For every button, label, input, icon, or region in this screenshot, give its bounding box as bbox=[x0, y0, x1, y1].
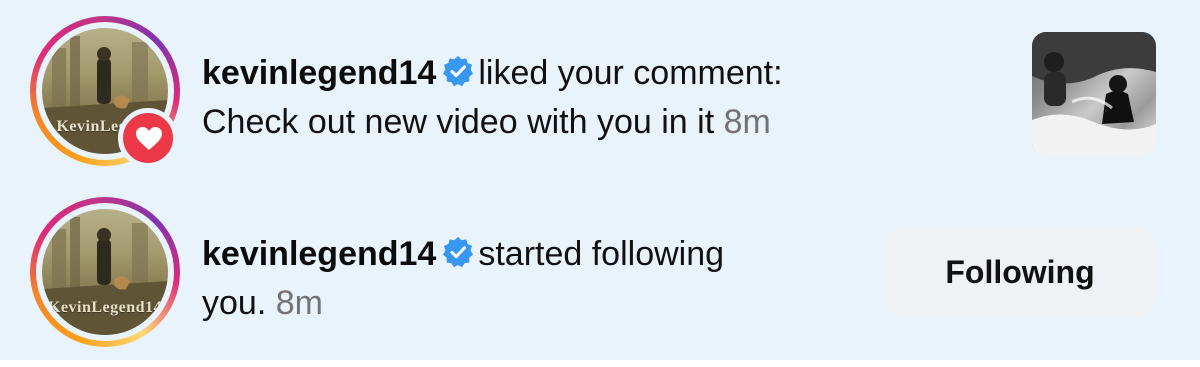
verified-badge-icon bbox=[443, 237, 474, 268]
notification-like[interactable]: KevinLegend kevinlegend14 liked your com… bbox=[0, 0, 1200, 180]
avatar: KevinLegend14 bbox=[42, 209, 168, 335]
verified-badge-icon bbox=[443, 56, 474, 87]
action-text-continued: you. bbox=[202, 284, 267, 322]
story-ring-avatar[interactable]: KevinLegend14 bbox=[30, 197, 180, 347]
username[interactable]: kevinlegend14 bbox=[202, 235, 436, 273]
timestamp: 8m bbox=[723, 103, 771, 141]
username[interactable]: kevinlegend14 bbox=[202, 54, 436, 92]
following-button[interactable]: Following bbox=[885, 228, 1155, 316]
notification-follow[interactable]: KevinLegend14 kevinlegend14 started foll… bbox=[0, 180, 1200, 355]
avatar-poster-text: KevinLegend14 bbox=[47, 299, 163, 316]
action-text: liked your comment: bbox=[478, 54, 783, 92]
like-badge bbox=[118, 108, 178, 168]
notification-text: kevinlegend14 liked your comment: Check … bbox=[202, 49, 1002, 147]
notification-text: kevinlegend14 started following you. 8m bbox=[202, 230, 862, 328]
list-divider bbox=[0, 360, 1200, 367]
heart-icon bbox=[136, 127, 162, 150]
timestamp: 8m bbox=[275, 284, 323, 322]
action-text: started following bbox=[478, 235, 725, 273]
post-thumbnail[interactable] bbox=[1032, 32, 1156, 156]
comment-text: Check out new video with you in it bbox=[202, 103, 715, 141]
